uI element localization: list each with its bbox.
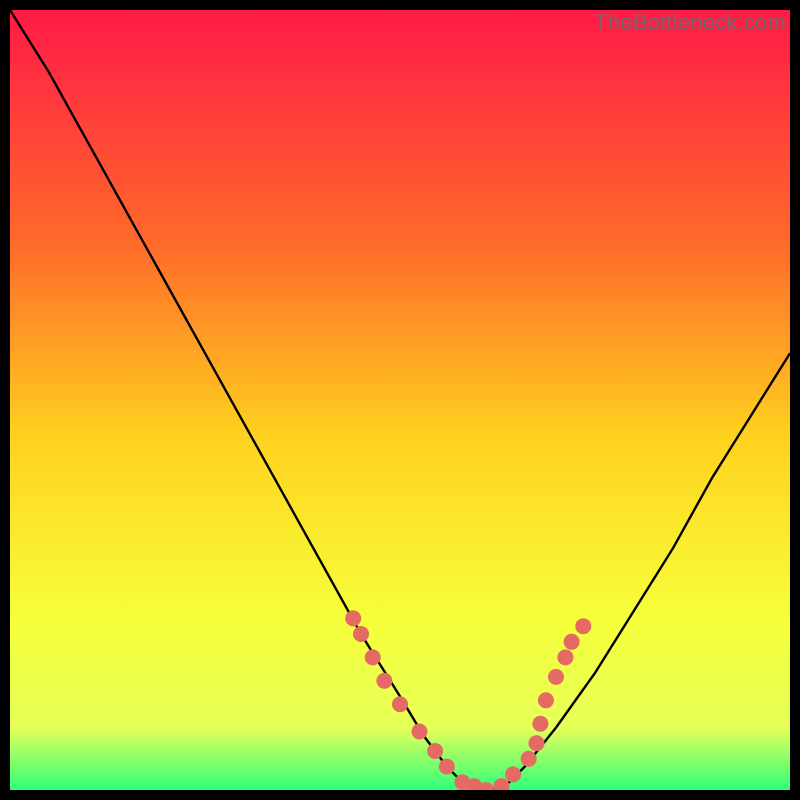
chart-frame: TheBottleneck.com — [10, 10, 790, 790]
highlight-marker — [412, 724, 428, 740]
highlight-marker — [538, 692, 554, 708]
highlight-marker — [392, 696, 408, 712]
bottleneck-chart — [10, 10, 790, 790]
highlight-marker — [353, 626, 369, 642]
watermark-text: TheBottleneck.com — [594, 10, 786, 36]
highlight-marker — [557, 649, 573, 665]
highlight-marker — [532, 716, 548, 732]
highlight-marker — [365, 649, 381, 665]
highlight-marker — [505, 766, 521, 782]
highlight-marker — [521, 751, 537, 767]
highlight-marker — [564, 634, 580, 650]
highlight-marker — [439, 759, 455, 775]
highlight-marker — [345, 610, 361, 626]
highlight-marker — [427, 743, 443, 759]
highlight-marker — [575, 618, 591, 634]
gradient-background — [10, 10, 790, 790]
highlight-marker — [376, 673, 392, 689]
highlight-marker — [548, 669, 564, 685]
highlight-marker — [529, 735, 545, 751]
